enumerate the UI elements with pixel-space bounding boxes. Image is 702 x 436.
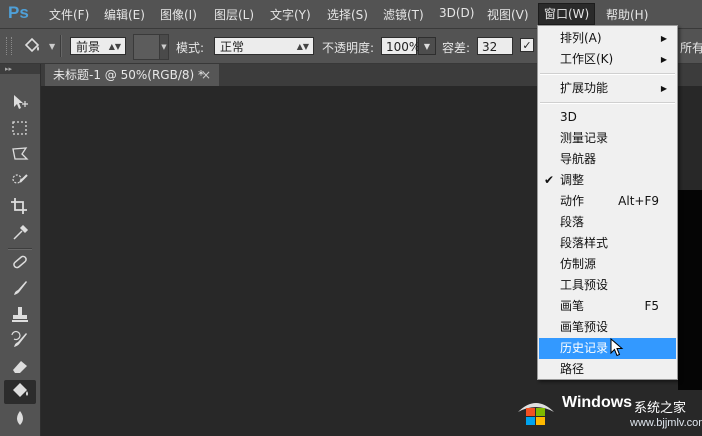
all-layers-label: 所有 <box>680 41 702 55</box>
clone-stamp-tool-icon[interactable] <box>8 304 32 326</box>
menu-item-shortcut: Alt+F9 <box>618 194 659 208</box>
healing-brush-tool-icon[interactable] <box>8 252 32 274</box>
close-icon[interactable]: × <box>201 64 211 86</box>
document-tab-title: 未标题-1 @ 50%(RGB/8) * <box>53 68 204 82</box>
menu-item-navigator[interactable]: 导航器 <box>539 149 676 170</box>
move-tool-icon[interactable] <box>8 92 32 114</box>
anti-alias-checkbox[interactable]: ✓ <box>520 38 534 52</box>
mode-select[interactable]: 正常 ▲▼ <box>214 37 314 55</box>
menu-item-actions[interactable]: 动作 Alt+F9 <box>539 191 676 212</box>
menu-edit[interactable]: 编辑(E) <box>104 6 145 23</box>
tool-preset-caret-icon[interactable]: ▼ <box>49 42 55 51</box>
menu-item-label: 排列(A) <box>560 31 602 45</box>
eyedropper-tool-icon[interactable] <box>8 222 32 244</box>
menu-item-3d[interactable]: 3D <box>539 107 676 128</box>
window-menu-dropdown: 排列(A) ▶ 工作区(K) ▶ 扩展功能 ▶ 3D 测量记录 导航器 ✔ 调整… <box>537 25 678 380</box>
eraser-tool-icon[interactable] <box>8 356 32 378</box>
menu-3d[interactable]: 3D(D) <box>439 6 474 20</box>
menu-item-label: 工作区(K) <box>560 52 614 66</box>
paint-bucket-tool-icon[interactable] <box>4 380 36 404</box>
menu-item-label: 调整 <box>560 173 585 187</box>
submenu-arrow-icon: ▶ <box>660 34 667 43</box>
menu-item-label: 导航器 <box>560 152 597 166</box>
pattern-dropdown-icon[interactable]: ▼ <box>159 34 169 60</box>
menu-item-label: 画笔预设 <box>560 320 609 334</box>
paint-bucket-icon[interactable] <box>22 37 44 55</box>
opacity-label: 不透明度: <box>322 41 375 55</box>
menu-item-label: 仿制源 <box>560 257 597 271</box>
tools-panel: ▸▸ <box>0 64 41 436</box>
lasso-tool-icon[interactable] <box>8 144 32 166</box>
submenu-arrow-icon: ▶ <box>660 55 667 64</box>
watermark-url: www.bjjmlv.com <box>630 417 702 429</box>
tolerance-label: 容差: <box>442 41 471 55</box>
menu-item-paths[interactable]: 路径 <box>539 359 676 380</box>
menu-item-paragraph-styles[interactable]: 段落样式 <box>539 233 676 254</box>
watermark-brand: Windows <box>562 394 633 411</box>
menu-item-label: 工具预设 <box>560 278 609 292</box>
tools-divider <box>8 248 32 250</box>
menu-item-label: 测量记录 <box>560 131 609 145</box>
menu-item-label: 段落样式 <box>560 236 609 250</box>
menu-item-brush[interactable]: 画笔 F5 <box>539 296 676 317</box>
menu-item-label: 路径 <box>560 362 585 376</box>
checkmark-icon: ✔ <box>544 173 555 187</box>
menu-item-shortcut: F5 <box>644 299 659 313</box>
menu-type[interactable]: 文字(Y) <box>270 6 311 23</box>
fill-source-select[interactable]: 前景 ▲▼ <box>70 37 126 55</box>
menu-item-label: 动作 <box>560 194 585 208</box>
menu-filter[interactable]: 滤镜(T) <box>383 6 424 23</box>
menu-item-label: 段落 <box>560 215 585 229</box>
menu-item-label: 3D <box>560 110 577 124</box>
menu-item-arrange[interactable]: 排列(A) ▶ <box>539 28 676 49</box>
menu-separator <box>540 102 675 104</box>
windows-logo-icon <box>518 403 554 425</box>
menu-help[interactable]: 帮助(H) <box>606 6 648 23</box>
options-divider <box>60 35 62 57</box>
mouse-cursor-icon <box>610 337 624 362</box>
menu-image[interactable]: 图像(I) <box>160 6 197 23</box>
watermark: Windows 系统之家 www.bjjmlv.com <box>510 390 702 436</box>
chevron-updown-icon: ▲▼ <box>108 42 121 51</box>
menu-item-brush-presets[interactable]: 画笔预设 <box>539 317 676 338</box>
chevron-updown-icon: ▲▼ <box>296 42 309 51</box>
submenu-arrow-icon: ▶ <box>660 84 667 93</box>
mode-value: 正常 <box>220 40 245 54</box>
menu-window[interactable]: 窗口(W) <box>538 3 596 25</box>
brush-tool-icon[interactable] <box>8 278 32 300</box>
menu-select[interactable]: 选择(S) <box>327 6 368 23</box>
menu-layer[interactable]: 图层(L) <box>214 6 254 23</box>
menu-item-history[interactable]: 历史记录 <box>539 338 676 359</box>
opacity-input[interactable]: 100% <box>381 37 420 55</box>
opacity-dropdown-icon[interactable]: ▼ <box>418 37 436 55</box>
menu-file[interactable]: 文件(F) <box>49 6 89 23</box>
menu-item-label: 画笔 <box>560 299 585 313</box>
pattern-swatch[interactable] <box>133 34 161 60</box>
menu-item-paragraph[interactable]: 段落 <box>539 212 676 233</box>
crop-tool-icon[interactable] <box>8 196 32 218</box>
marquee-tool-icon[interactable] <box>8 118 32 140</box>
menu-item-adjustments[interactable]: ✔ 调整 <box>539 170 676 191</box>
quick-selection-tool-icon[interactable] <box>8 170 32 192</box>
menu-separator <box>540 73 675 75</box>
tolerance-input[interactable]: 32 <box>477 37 513 55</box>
menu-item-measurement-log[interactable]: 测量记录 <box>539 128 676 149</box>
menu-view[interactable]: 视图(V) <box>487 6 529 23</box>
photoshop-logo: Ps <box>8 3 29 22</box>
mode-label: 模式: <box>176 41 205 55</box>
document-tab[interactable]: 未标题-1 @ 50%(RGB/8) * × <box>45 64 219 86</box>
history-brush-tool-icon[interactable] <box>8 330 32 352</box>
menu-item-clone-source[interactable]: 仿制源 <box>539 254 676 275</box>
menu-item-tool-presets[interactable]: 工具预设 <box>539 275 676 296</box>
options-bar-grip[interactable] <box>6 37 12 55</box>
blur-tool-icon[interactable] <box>8 408 32 430</box>
tools-panel-collapse-icon[interactable]: ▸▸ <box>0 64 40 74</box>
menu-item-label: 历史记录 <box>560 341 609 355</box>
fill-source-value: 前景 <box>76 40 101 54</box>
menu-item-label: 扩展功能 <box>560 81 609 95</box>
menu-item-workspace[interactable]: 工作区(K) ▶ <box>539 49 676 70</box>
document-canvas[interactable] <box>678 190 702 390</box>
menu-item-extensions[interactable]: 扩展功能 ▶ <box>539 78 676 99</box>
watermark-site: 系统之家 <box>634 401 687 416</box>
